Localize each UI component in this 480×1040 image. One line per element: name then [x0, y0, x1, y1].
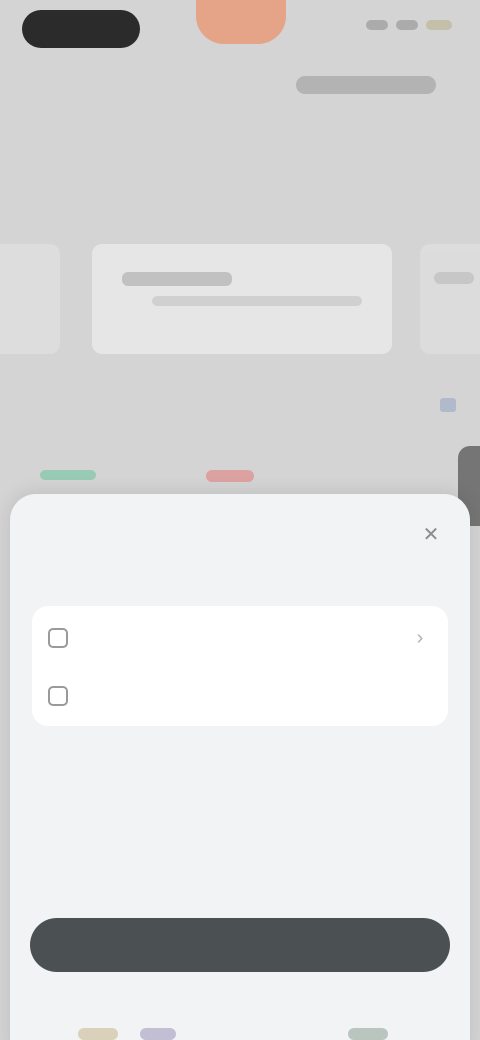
card-title-placeholder — [434, 272, 474, 284]
folder-icon — [48, 628, 68, 648]
sheet-header: ✕ — [10, 494, 470, 574]
option-item[interactable]: › — [32, 610, 448, 666]
card-title-placeholder — [122, 272, 232, 286]
close-icon[interactable]: ✕ — [420, 524, 442, 546]
card-text-placeholder — [152, 296, 362, 306]
status-icons — [366, 20, 452, 30]
option-item[interactable] — [32, 668, 448, 724]
top-avatar[interactable] — [196, 0, 286, 44]
chevron-right-icon: › — [416, 627, 424, 649]
wifi-icon — [396, 20, 418, 30]
header-action-chip[interactable] — [296, 76, 436, 94]
carousel-card-current[interactable] — [92, 244, 392, 354]
tab-indicator[interactable] — [78, 1028, 118, 1040]
status-pill — [22, 10, 140, 48]
carousel-card-next[interactable] — [420, 244, 480, 354]
option-list: › — [32, 606, 448, 726]
carousel-card-previous[interactable] — [0, 244, 60, 354]
signal-icon — [366, 20, 388, 30]
bottom-sheet: ✕ › — [10, 494, 470, 1040]
battery-icon — [426, 20, 452, 30]
list-item-accent-green — [40, 470, 96, 480]
section-link-icon[interactable] — [440, 398, 456, 412]
card-carousel[interactable] — [0, 244, 480, 354]
tab-indicator[interactable] — [348, 1028, 388, 1040]
app-screen: ✕ › — [0, 0, 480, 1040]
tab-indicator[interactable] — [140, 1028, 176, 1040]
list-item-accent-red — [206, 470, 254, 482]
folder-icon — [48, 686, 68, 706]
confirm-button[interactable] — [30, 918, 450, 972]
